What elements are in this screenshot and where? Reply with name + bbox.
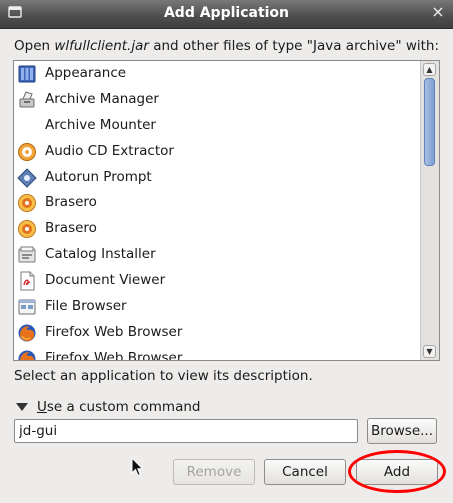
list-item-label: Appearance: [45, 65, 127, 81]
scroll-thumb[interactable]: [424, 78, 435, 166]
list-item-label: Document Viewer: [45, 272, 166, 289]
open-with-prompt: Open wlfullclient.jar and other files of…: [14, 38, 439, 54]
prompt-prefix: Open: [14, 38, 55, 54]
remove-button[interactable]: Remove: [173, 459, 255, 485]
application-list-items: Appearance Archive Manager Archive Mount…: [14, 61, 421, 361]
list-item-label: Catalog Installer: [45, 246, 156, 263]
list-item-file-browser[interactable]: File Browser: [14, 294, 421, 320]
list-item-label: Audio CD Extractor: [45, 142, 174, 159]
list-item-label: Archive Mounter: [45, 116, 156, 133]
cancel-button[interactable]: Cancel: [264, 459, 346, 485]
list-item-label: Brasero: [45, 220, 97, 237]
appearance-icon: [17, 64, 37, 84]
prompt-filename: wlfullclient.jar: [54, 38, 149, 54]
list-scrollbar[interactable]: ▲ ▼: [420, 61, 439, 360]
list-item-autorun-prompt[interactable]: Autorun Prompt: [14, 165, 421, 191]
custom-command-label-rest: se a custom command: [46, 399, 201, 415]
annotation-circle: [348, 450, 446, 493]
custom-command-input[interactable]: [14, 419, 358, 443]
application-list[interactable]: Appearance Archive Manager Archive Mount…: [13, 60, 440, 361]
browse-button[interactable]: Browse...: [367, 418, 437, 444]
list-item-appearance[interactable]: Appearance: [14, 61, 421, 87]
archive-manager-icon: [17, 90, 37, 110]
list-item-brasero[interactable]: Brasero: [14, 190, 421, 216]
list-item-firefox[interactable]: Firefox Web Browser: [14, 320, 421, 346]
list-item-archive-mounter[interactable]: Archive Mounter: [14, 113, 421, 139]
brasero-icon: [17, 219, 37, 239]
prompt-suffix: and other files of type "Java archive" w…: [148, 38, 440, 54]
document-viewer-icon: [17, 271, 37, 291]
custom-command-label: Use a custom command: [37, 399, 200, 415]
window-title: Add Application: [163, 5, 290, 21]
brasero-icon: [17, 193, 37, 213]
list-item-brasero[interactable]: Brasero: [14, 216, 421, 242]
list-item-label: Autorun Prompt: [45, 168, 152, 185]
scroll-up-icon[interactable]: ▲: [423, 63, 436, 76]
audio-cd-icon: [17, 142, 37, 162]
list-item-document-viewer[interactable]: Document Viewer: [14, 268, 421, 294]
mouse-pointer-icon: [131, 456, 144, 477]
list-item-label: Firefox Web Browser: [45, 323, 183, 340]
title-bar: Add Application ×: [0, 0, 453, 29]
firefox-icon: [17, 349, 37, 360]
catalog-installer-icon: [17, 245, 37, 265]
autorun-icon: [17, 167, 37, 188]
list-item-label: Archive Manager: [45, 90, 159, 107]
custom-command-mnemonic: U: [37, 399, 47, 415]
close-icon[interactable]: ×: [431, 4, 445, 20]
file-browser-icon: [17, 297, 37, 317]
expander-arrow-icon: [16, 403, 28, 411]
list-item-archive-manager[interactable]: Archive Manager: [14, 87, 421, 113]
list-item-label: Firefox Web Browser: [45, 349, 183, 361]
list-item-label: File Browser: [45, 298, 127, 315]
list-item-label: Brasero: [45, 194, 97, 211]
firefox-icon: [17, 323, 37, 343]
list-item-audio-cd-extractor[interactable]: Audio CD Extractor: [14, 139, 421, 165]
list-item-firefox[interactable]: Firefox Web Browser: [14, 346, 421, 361]
application-description: Select an application to view its descri…: [14, 368, 313, 384]
scroll-down-icon[interactable]: ▼: [423, 345, 436, 358]
list-item-catalog-installer[interactable]: Catalog Installer: [14, 242, 421, 268]
custom-command-expander[interactable]: Use a custom command: [16, 399, 200, 415]
